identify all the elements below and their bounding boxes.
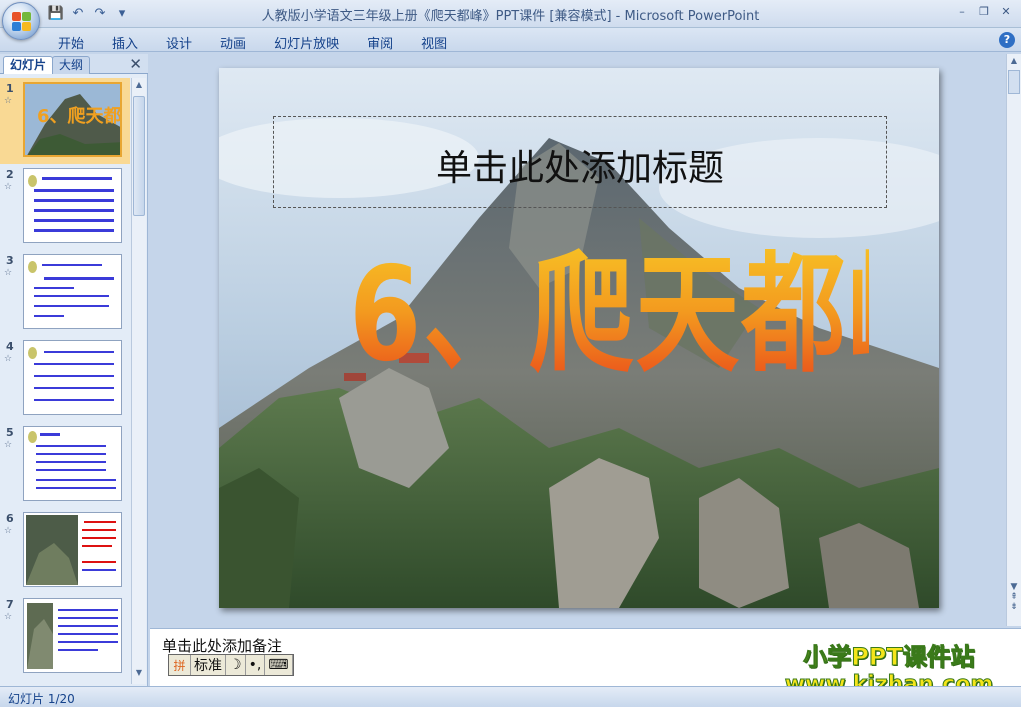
slide-number: 7 bbox=[6, 598, 14, 611]
status-bar: 幻灯片 1/20 bbox=[0, 686, 1021, 707]
tab-view[interactable]: 视图 bbox=[407, 31, 461, 54]
slide-canvas[interactable]: 单击此处添加标题 6、爬天都峰 bbox=[219, 68, 939, 608]
watermark-line-1: 小学PPT课件站 bbox=[803, 643, 976, 671]
tab-animations[interactable]: 动画 bbox=[206, 31, 260, 54]
moon-icon[interactable]: ☽ bbox=[226, 655, 246, 675]
slide-thumbnail-2[interactable]: 2 ☆ bbox=[0, 164, 130, 250]
keyboard-icon[interactable]: ⌨ bbox=[265, 655, 293, 675]
slide-thumbnail-3[interactable]: 3 ☆ bbox=[0, 250, 130, 336]
slide-number: 2 bbox=[6, 168, 14, 181]
tab-outline[interactable]: 大纲 bbox=[52, 56, 91, 74]
scrollbar-thumb[interactable] bbox=[133, 96, 145, 216]
slide-thumbnail-7[interactable]: 7 ☆ bbox=[0, 594, 130, 680]
title-bar: 人教版小学语文三年级上册《爬天都峰》PPT课件 [兼容模式] - Microso… bbox=[0, 0, 1021, 28]
office-logo-icon bbox=[12, 12, 32, 32]
tab-design[interactable]: 设计 bbox=[152, 31, 206, 54]
slide-thumbnail-4[interactable]: 4 ☆ bbox=[0, 336, 130, 422]
slide-thumbnail-6[interactable]: 6 ☆ bbox=[0, 508, 130, 594]
thumbnail-list: 1 ☆ 6、爬天都峰 2 ☆ bbox=[0, 78, 130, 684]
thumbnail-image bbox=[23, 168, 122, 243]
customize-quick-access-icon[interactable]: ▾ bbox=[112, 4, 132, 22]
slide-scrollbar[interactable]: ▲ ▼ ⇞ ⇟ bbox=[1006, 54, 1021, 626]
animation-star-icon: ☆ bbox=[4, 182, 13, 192]
title-placeholder-text: 单击此处添加标题 bbox=[435, 148, 724, 189]
slides-panel: 幻灯片 大纲 ✕ 1 ☆ 6、爬天都峰 2 ☆ bbox=[0, 54, 148, 686]
scroll-up-icon[interactable]: ▲ bbox=[132, 80, 146, 94]
slide-main-title[interactable]: 6、爬天都峰 bbox=[349, 208, 939, 397]
slide-number: 4 bbox=[6, 340, 14, 353]
window-title: 人教版小学语文三年级上册《爬天都峰》PPT课件 [兼容模式] - Microso… bbox=[261, 9, 760, 24]
thumbnail-image: 6、爬天都峰 bbox=[23, 82, 122, 157]
undo-icon[interactable]: ↶ bbox=[68, 4, 88, 22]
window-controls: – ❐ ✕ bbox=[953, 3, 1015, 19]
scrollbar-thumb[interactable] bbox=[1008, 70, 1020, 94]
ribbon: 开始 插入 设计 动画 幻灯片放映 审阅 视图 ? bbox=[0, 28, 1021, 52]
ime-toolbar: 拼 标准 ☽ •, ⌨ bbox=[168, 654, 294, 676]
slide-editor: 单击此处添加标题 6、爬天都峰 bbox=[150, 54, 1006, 626]
close-button[interactable]: ✕ bbox=[997, 3, 1015, 19]
thumbnail-image bbox=[23, 598, 122, 673]
slide-counter: 幻灯片 1/20 bbox=[8, 692, 75, 706]
animation-star-icon: ☆ bbox=[4, 354, 13, 364]
scroll-up-icon[interactable]: ▲ bbox=[1007, 56, 1021, 65]
thumbnail-image bbox=[23, 340, 122, 415]
slide-nav-icons[interactable]: ▼ ⇞ ⇟ bbox=[1007, 582, 1021, 612]
animation-star-icon: ☆ bbox=[4, 268, 13, 278]
tab-slideshow[interactable]: 幻灯片放映 bbox=[260, 31, 353, 54]
slide-thumbnail-1[interactable]: 1 ☆ 6、爬天都峰 bbox=[0, 78, 130, 164]
ime-logo-icon[interactable]: 拼 bbox=[169, 655, 191, 675]
thumbnail-image bbox=[23, 426, 122, 501]
quick-access-toolbar: 💾 ↶ ↷ ▾ bbox=[46, 4, 132, 22]
tab-review[interactable]: 审阅 bbox=[353, 31, 407, 54]
animation-star-icon: ☆ bbox=[4, 440, 13, 450]
punctuation-icon[interactable]: •, bbox=[246, 655, 266, 675]
tab-insert[interactable]: 插入 bbox=[98, 31, 152, 54]
slide-number: 1 bbox=[6, 82, 14, 95]
office-button[interactable] bbox=[2, 2, 40, 40]
ribbon-tabs: 开始 插入 设计 动画 幻灯片放映 审阅 视图 bbox=[44, 31, 461, 54]
svg-text:6、爬天都峰: 6、爬天都峰 bbox=[37, 105, 122, 127]
slide-number: 6 bbox=[6, 512, 14, 525]
panel-tabs: 幻灯片 大纲 ✕ bbox=[0, 54, 148, 74]
thumbnail-scrollbar[interactable]: ▲ ▼ bbox=[131, 78, 146, 684]
animation-star-icon: ☆ bbox=[4, 526, 13, 536]
scroll-down-icon[interactable]: ▼ bbox=[132, 668, 146, 682]
restore-button[interactable]: ❐ bbox=[975, 3, 993, 19]
slide-thumbnail-5[interactable]: 5 ☆ bbox=[0, 422, 130, 508]
thumbnail-image bbox=[23, 254, 122, 329]
redo-icon[interactable]: ↷ bbox=[90, 4, 110, 22]
animation-star-icon: ☆ bbox=[4, 96, 13, 106]
minimize-button[interactable]: – bbox=[953, 3, 971, 19]
help-icon[interactable]: ? bbox=[999, 32, 1015, 48]
slide-number: 5 bbox=[6, 426, 14, 439]
close-panel-icon[interactable]: ✕ bbox=[129, 55, 142, 73]
tab-slides[interactable]: 幻灯片 bbox=[3, 56, 54, 74]
animation-star-icon: ☆ bbox=[4, 612, 13, 622]
ime-mode-button[interactable]: 标准 bbox=[191, 655, 226, 675]
notes-placeholder[interactable]: 单击此处添加备注 bbox=[162, 635, 282, 656]
thumbnail-image bbox=[23, 512, 122, 587]
tab-home[interactable]: 开始 bbox=[44, 31, 98, 54]
title-placeholder[interactable]: 单击此处添加标题 bbox=[273, 116, 887, 208]
slide-number: 3 bbox=[6, 254, 14, 267]
save-icon[interactable]: 💾 bbox=[46, 4, 66, 22]
